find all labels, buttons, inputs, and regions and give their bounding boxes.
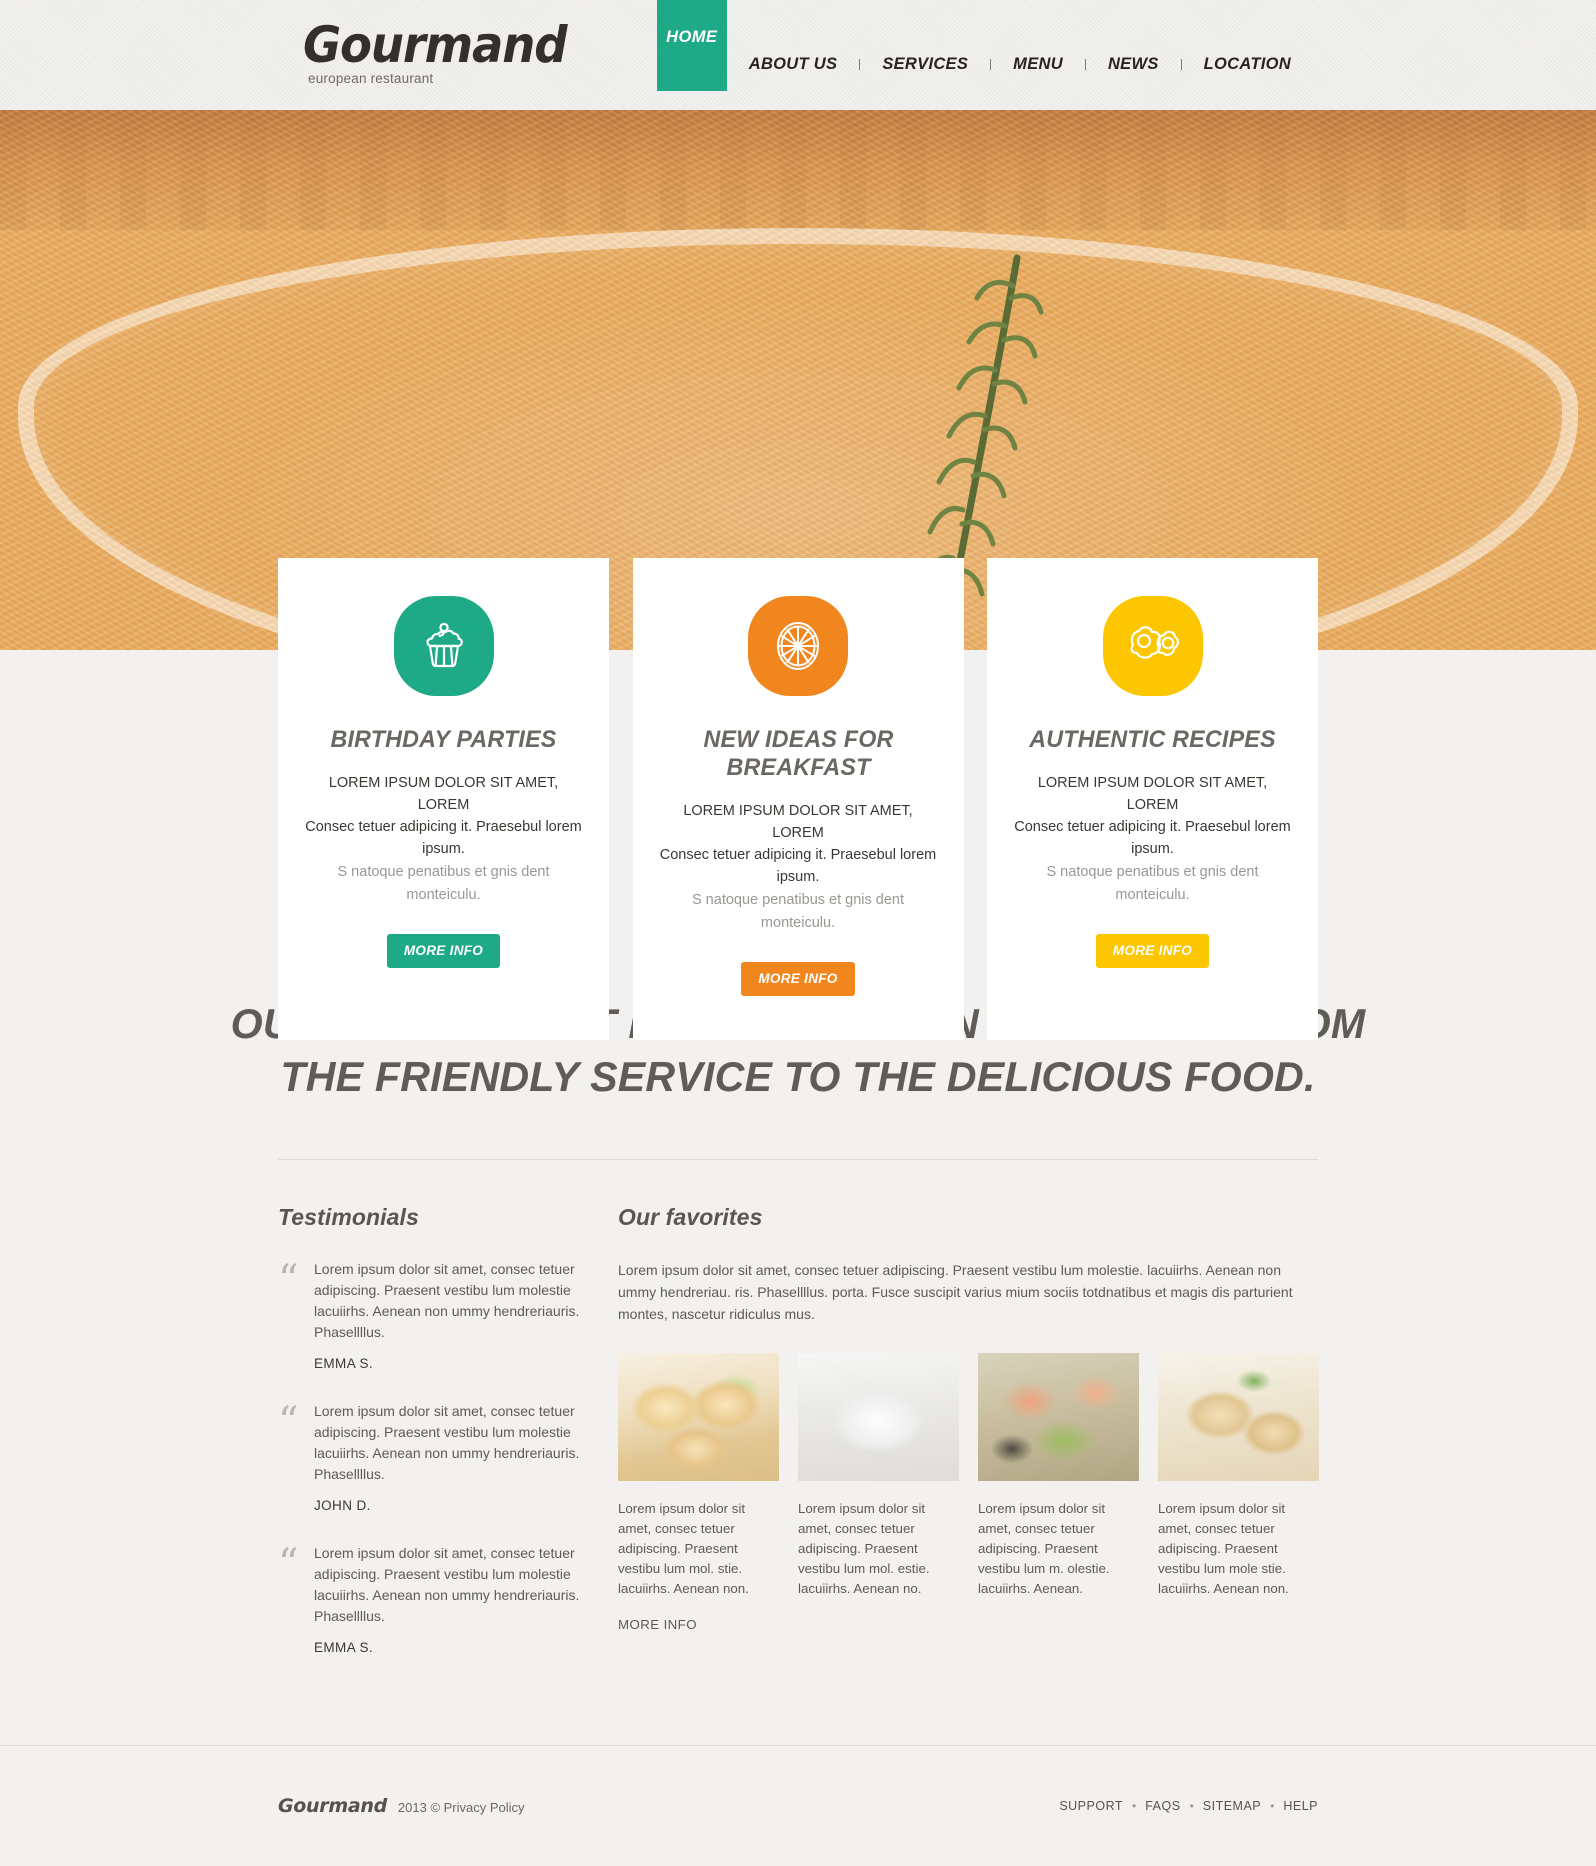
logo-title: Gourmand [303, 16, 568, 74]
nav-item-news[interactable]: NEWS [1086, 55, 1181, 74]
testimonial-author: JOHN D. [314, 1498, 371, 1513]
feature-title: BIRTHDAY PARTIES [330, 726, 557, 753]
feature-line-1: LOREM IPSUM DOLOR SIT AMET, LOREM [328, 775, 559, 813]
favorite-item[interactable]: Lorem ipsum dolor sit amet, consec tetue… [798, 1353, 959, 1634]
testimonials-column: Testimonials “ Lorem ipsum dolor sit ame… [278, 1204, 618, 1685]
favorite-caption: Lorem ipsum dolor sit amet, consec tetue… [618, 1501, 749, 1596]
more-info-button[interactable]: MORE INFO [1095, 934, 1210, 968]
feature-title: NEW IDEAS FOR BREAKFAST [702, 726, 894, 781]
favorites-more-info-link[interactable]: MORE INFO [618, 1617, 697, 1632]
favorite-item[interactable]: Lorem ipsum dolor sit amet, consec tetue… [978, 1353, 1139, 1634]
feature-card-birthday-parties: BIRTHDAY PARTIES LOREM IPSUM DOLOR SIT A… [278, 558, 609, 1040]
testimonial-text: Lorem ipsum dolor sit amet, consec tetue… [314, 1545, 580, 1624]
testimonial-text: Lorem ipsum dolor sit amet, consec tetue… [314, 1403, 580, 1482]
footer-link-help[interactable]: HELP [1283, 1799, 1318, 1813]
testimonial-item: “ Lorem ipsum dolor sit amet, consec tet… [278, 1259, 608, 1393]
favorites-intro-text: Lorem ipsum dolor sit amet, consec tetue… [618, 1262, 1293, 1322]
nav-item-home[interactable]: HOME [656, 0, 727, 91]
feature-line-2: Consec tetuer adipicing it. Praesebul lo… [659, 847, 937, 885]
nav-item-services[interactable]: SERVICES [860, 55, 990, 74]
feature-cards: BIRTHDAY PARTIES LOREM IPSUM DOLOR SIT A… [278, 558, 1318, 1040]
nav-item-location[interactable]: LOCATION [1182, 55, 1313, 74]
feature-line-3: S natoque penatibus et gnis dent monteic… [691, 892, 905, 931]
footer-logo[interactable]: Gourmand [278, 1795, 387, 1817]
footer-links: SUPPORT • FAQS • SITEMAP • HELP [1059, 1799, 1318, 1813]
quote-icon: “ [278, 1541, 299, 1587]
favorite-item[interactable]: Lorem ipsum dolor sit amet, consec tetue… [1158, 1353, 1319, 1634]
feature-line-2: Consec tetuer adipicing it. Praesebul lo… [305, 819, 582, 857]
footer-link-separator: • [1189, 1799, 1194, 1813]
footer-link-support[interactable]: SUPPORT [1059, 1799, 1123, 1813]
favorites-grid: Lorem ipsum dolor sit amet, consec tetue… [618, 1353, 1319, 1634]
nav-item-menu[interactable]: MENU [991, 55, 1085, 74]
more-info-button[interactable]: MORE INFO [741, 962, 855, 996]
footer-left: Gourmand 2013 © Privacy Policy [278, 1795, 525, 1817]
pastry-plate-photo[interactable] [618, 1353, 779, 1481]
footer-link-faqs[interactable]: FAQS [1145, 1799, 1180, 1813]
nav-item-about-us[interactable]: ABOUT US [727, 55, 860, 74]
feature-line-3: S natoque penatibus et gnis dent monteic… [337, 864, 550, 903]
site-header: Gourmand european restaurant HOME ABOUT … [0, 0, 1596, 110]
main-navigation: HOME ABOUT US SERVICES MENU NEWS LOCATIO… [656, 0, 1313, 91]
nav-items: ABOUT US SERVICES MENU NEWS LOCATION [727, 55, 1313, 91]
shrimp-salad-photo[interactable] [978, 1353, 1139, 1481]
favorites-heading: Our favorites [618, 1204, 763, 1230]
feature-card-new-ideas-for-breakfast: NEW IDEAS FOR BREAKFAST LOREM IPSUM DOLO… [632, 558, 964, 1040]
testimonial-author: EMMA S. [314, 1356, 374, 1371]
favorite-caption: Lorem ipsum dolor sit amet, consec tetue… [798, 1501, 930, 1596]
feature-line-2: Consec tetuer adipicing it. Praesebul lo… [1014, 819, 1291, 857]
more-info-button[interactable]: MORE INFO [386, 934, 501, 968]
testimonials-heading: Testimonials [278, 1204, 419, 1230]
soup-bowl-photo[interactable] [798, 1353, 959, 1481]
footer-link-separator: • [1270, 1799, 1275, 1813]
nav-item-home-label: HOME [666, 27, 718, 46]
testimonial-text: Lorem ipsum dolor sit amet, consec tetue… [314, 1261, 580, 1340]
site-logo[interactable]: Gourmand european restaurant [303, 16, 586, 86]
fried-eggs-icon [1102, 596, 1203, 696]
quote-icon: “ [278, 1257, 299, 1303]
quote-icon: “ [278, 1399, 299, 1445]
footer-link-sitemap[interactable]: SITEMAP [1203, 1799, 1261, 1813]
footer-copyright: 2013 © Privacy Policy [397, 1800, 525, 1815]
feature-title: AUTHENTIC RECIPES [1029, 726, 1276, 753]
testimonial-author: EMMA S. [314, 1640, 374, 1655]
feature-line-3: S natoque penatibus et gnis dent monteic… [1046, 864, 1259, 903]
site-footer: Gourmand 2013 © Privacy Policy SUPPORT •… [278, 1746, 1318, 1866]
cupcake-icon [393, 596, 494, 696]
feature-line-1: LOREM IPSUM DOLOR SIT AMET, LOREM [1037, 775, 1268, 813]
page-wrapper: Gourmand european restaurant HOME ABOUT … [0, 0, 1596, 1866]
dessert-photo[interactable] [1158, 1353, 1319, 1481]
feature-card-authentic-recipes: AUTHENTIC RECIPES LOREM IPSUM DOLOR SIT … [987, 558, 1318, 1040]
testimonial-item: “ Lorem ipsum dolor sit amet, consec tet… [278, 1543, 608, 1677]
favorite-caption: Lorem ipsum dolor sit amet, consec tetue… [978, 1501, 1110, 1596]
favorite-item[interactable]: Lorem ipsum dolor sit amet, consec tetue… [618, 1353, 779, 1634]
favorite-caption: Lorem ipsum dolor sit amet, consec tetue… [1158, 1501, 1289, 1596]
orange-slice-icon [748, 596, 848, 696]
main-content: Testimonials “ Lorem ipsum dolor sit ame… [278, 1160, 1319, 1685]
footer-link-separator: • [1132, 1799, 1137, 1813]
favorites-column: Our favorites Lorem ipsum dolor sit amet… [618, 1204, 1319, 1685]
testimonial-item: “ Lorem ipsum dolor sit amet, consec tet… [278, 1401, 608, 1535]
feature-line-1: LOREM IPSUM DOLOR SIT AMET, LOREM [683, 803, 913, 841]
slogan-line-2: THE FRIENDLY SERVICE TO THE DELICIOUS FO… [280, 1053, 1316, 1100]
